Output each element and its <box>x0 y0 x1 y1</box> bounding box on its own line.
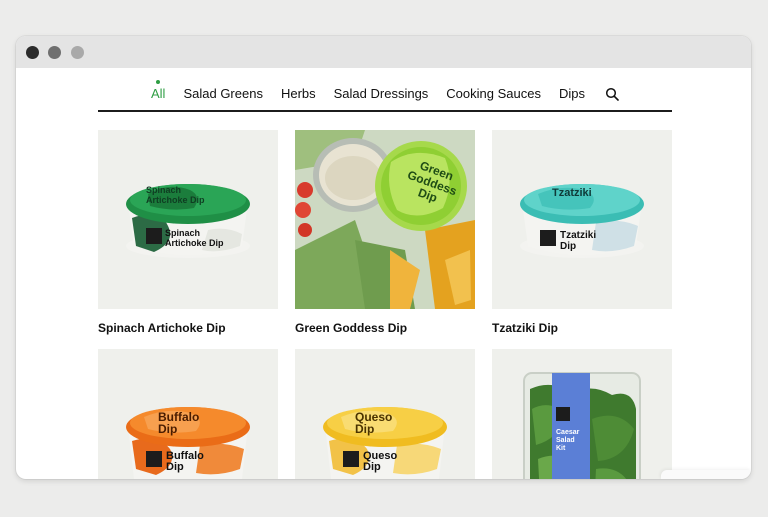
product-image: Spinach Artichoke Dip Spinach Artichoke Di… <box>98 130 278 309</box>
product-image: Buffalo Dip Buffalo Dip <box>98 349 278 479</box>
product-card[interactable]: Queso Dip Queso Dip <box>295 349 475 479</box>
minimize-window-button[interactable] <box>48 46 61 59</box>
brand-logo-icon <box>146 451 162 467</box>
lid-label: Buffalo Dip <box>158 410 200 436</box>
nav-item-salad-dressings[interactable]: Salad Dressings <box>334 86 429 101</box>
nav-item-all[interactable]: All <box>151 80 165 101</box>
product-card[interactable]: Caesar Salad Kit <box>492 349 672 479</box>
product-card[interactable]: Buffalo Dip Buffalo Dip <box>98 349 278 479</box>
product-grid: Spinach Artichoke Dip Spinach Artichoke Di… <box>98 130 673 479</box>
brand-logo-icon <box>540 230 556 246</box>
product-card[interactable]: Spinach Artichoke Dip Spinach Artichoke Di… <box>98 130 278 349</box>
product-image: Tzatziki Tzatziki Dip <box>492 130 672 309</box>
chat-widget-stub[interactable] <box>661 470 751 479</box>
product-title[interactable]: Spinach Artichoke Dip <box>98 321 278 349</box>
lid-label: Spinach Artichoke Dip <box>146 185 205 205</box>
product-card[interactable]: Tzatziki Tzatziki Dip Tzatziki Dip <box>492 130 672 349</box>
product-image: Queso Dip Queso Dip <box>295 349 475 479</box>
product-image: Caesar Salad Kit <box>492 349 672 479</box>
package-label: Caesar Salad Kit <box>556 429 580 452</box>
container-label: Buffalo Dip <box>166 450 204 473</box>
product-card[interactable]: Green Goddess Dip Green Goddess Dip <box>295 130 475 349</box>
nav-item-cooking-sauces[interactable]: Cooking Sauces <box>446 86 541 101</box>
lid-label: Queso Dip <box>355 410 393 436</box>
product-title[interactable]: Tzatziki Dip <box>492 321 672 349</box>
category-nav: All Salad Greens Herbs Salad Dressings C… <box>98 68 672 112</box>
container-label: Tzatziki Dip <box>560 230 597 252</box>
nav-item-herbs[interactable]: Herbs <box>281 86 316 101</box>
container-label: Queso Dip <box>363 450 398 473</box>
nav-item-salad-greens[interactable]: Salad Greens <box>183 86 263 101</box>
product-image: Green Goddess Dip <box>295 130 475 309</box>
product-title[interactable]: Green Goddess Dip <box>295 321 475 349</box>
close-window-button[interactable] <box>26 46 39 59</box>
window-titlebar <box>16 36 751 68</box>
brand-logo-icon <box>146 228 162 244</box>
nav-item-dips[interactable]: Dips <box>559 86 585 101</box>
maximize-window-button[interactable] <box>71 46 84 59</box>
search-icon[interactable] <box>605 87 619 101</box>
container-label: Spinach Artichoke Dip <box>165 228 224 248</box>
lid-label: Tzatziki <box>552 187 592 199</box>
browser-window: All Salad Greens Herbs Salad Dressings C… <box>16 36 751 479</box>
brand-logo-icon <box>343 451 359 467</box>
